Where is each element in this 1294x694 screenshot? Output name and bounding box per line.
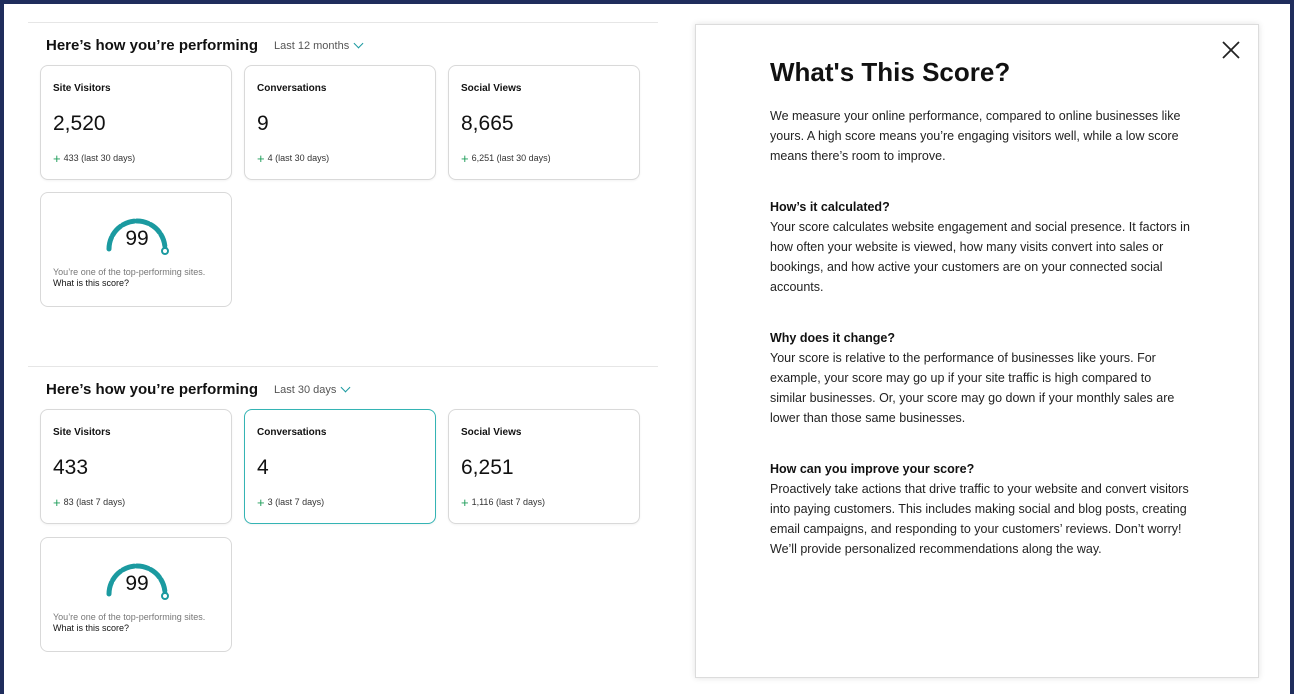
plus-icon: + xyxy=(53,494,61,510)
modal-body: We measure your online performance, comp… xyxy=(770,106,1190,559)
range-label: Last 30 days xyxy=(274,383,337,396)
card-label: Conversations xyxy=(257,427,327,438)
faq-answer: Proactively take actions that drive traf… xyxy=(770,482,1189,556)
faq-answer: Your score is relative to the performanc… xyxy=(770,351,1175,425)
card-label: Social Views xyxy=(461,83,522,94)
card-value: 8,665 xyxy=(461,112,514,135)
modal-intro: We measure your online performance, comp… xyxy=(770,109,1181,163)
plus-icon: + xyxy=(257,150,265,166)
card-label: Social Views xyxy=(461,427,522,438)
card-value: 9 xyxy=(257,112,269,135)
modal-title: What's This Score? xyxy=(770,57,1011,87)
score-text: You’re one of the top-performing sites. xyxy=(53,612,206,622)
delta-text: 83 (last 7 days) xyxy=(63,497,126,507)
card-delta: +4 (last 30 days) xyxy=(257,150,330,166)
plus-icon: + xyxy=(257,494,265,510)
card-value: 4 xyxy=(257,456,269,479)
card-label: Site Visitors xyxy=(53,83,111,94)
what-is-this-score-link[interactable]: What is this score? xyxy=(53,623,129,633)
score-description: You’re one of the top-performing sites. … xyxy=(53,267,223,289)
section-title: Here’s how you’re performing xyxy=(46,381,258,398)
card-delta: +3 (last 7 days) xyxy=(257,494,325,510)
what-is-this-score-link[interactable]: What is this score? xyxy=(53,278,129,288)
range-label: Last 12 months xyxy=(274,39,350,52)
social-views-card[interactable]: Social Views 8,665 +6,251 (last 30 days) xyxy=(448,65,640,180)
performance-section-30-days: Here’s how you’re performing Last 30 day… xyxy=(28,366,658,694)
card-value: 2,520 xyxy=(53,112,106,135)
card-label: Conversations xyxy=(257,83,327,94)
close-icon[interactable] xyxy=(1220,39,1242,61)
card-delta: +433 (last 30 days) xyxy=(53,150,136,166)
delta-text: 3 (last 7 days) xyxy=(267,497,325,507)
score-card: 99 You’re one of the top-performing site… xyxy=(40,192,232,307)
card-delta: +83 (last 7 days) xyxy=(53,494,126,510)
conversations-card[interactable]: Conversations 9 +4 (last 30 days) xyxy=(244,65,436,180)
site-visitors-card[interactable]: Site Visitors 433 +83 (last 7 days) xyxy=(40,409,232,524)
faq-item: How’s it calculated? Your score calculat… xyxy=(770,197,1190,297)
delta-text: 1,116 (last 7 days) xyxy=(471,497,545,507)
faq-question: How’s it calculated? xyxy=(770,200,890,214)
performance-section-12-months: Here’s how you’re performing Last 12 mon… xyxy=(28,22,658,334)
section-header: Here’s how you’re performing Last 30 day… xyxy=(46,381,351,398)
card-value: 6,251 xyxy=(461,456,514,479)
chevron-down-icon xyxy=(340,382,351,393)
section-header: Here’s how you’re performing Last 12 mon… xyxy=(46,37,364,54)
faq-item: Why does it change? Your score is relati… xyxy=(770,328,1190,428)
score-value: 99 xyxy=(125,227,149,250)
score-card: 99 You’re one of the top-performing site… xyxy=(40,537,232,652)
score-value: 99 xyxy=(125,572,149,595)
chevron-down-icon xyxy=(353,38,364,49)
card-label: Site Visitors xyxy=(53,427,111,438)
delta-text: 6,251 (last 30 days) xyxy=(471,153,551,163)
score-info-modal: What's This Score? We measure your onlin… xyxy=(695,24,1259,678)
social-views-card[interactable]: Social Views 6,251 +1,116 (last 7 days) xyxy=(448,409,640,524)
card-value: 433 xyxy=(53,456,89,479)
range-dropdown[interactable]: Last 12 months xyxy=(274,38,364,52)
site-visitors-card[interactable]: Site Visitors 2,520 +433 (last 30 days) xyxy=(40,65,232,180)
faq-item: How can you improve your score? Proactiv… xyxy=(770,459,1190,559)
card-delta: +1,116 (last 7 days) xyxy=(461,494,545,510)
plus-icon: + xyxy=(53,150,61,166)
conversations-card[interactable]: Conversations 4 +3 (last 7 days) xyxy=(244,409,436,524)
range-dropdown[interactable]: Last 30 days xyxy=(274,382,351,396)
delta-text: 433 (last 30 days) xyxy=(63,153,136,163)
plus-icon: + xyxy=(461,150,469,166)
score-text: You’re one of the top-performing sites. xyxy=(53,267,206,277)
faq-question: How can you improve your score? xyxy=(770,462,975,476)
plus-icon: + xyxy=(461,494,469,510)
delta-text: 4 (last 30 days) xyxy=(267,153,330,163)
section-title: Here’s how you’re performing xyxy=(46,37,258,54)
card-delta: +6,251 (last 30 days) xyxy=(461,150,551,166)
faq-question: Why does it change? xyxy=(770,331,896,345)
score-description: You’re one of the top-performing sites. … xyxy=(53,612,223,634)
faq-answer: Your score calculates website engagement… xyxy=(770,220,1190,294)
